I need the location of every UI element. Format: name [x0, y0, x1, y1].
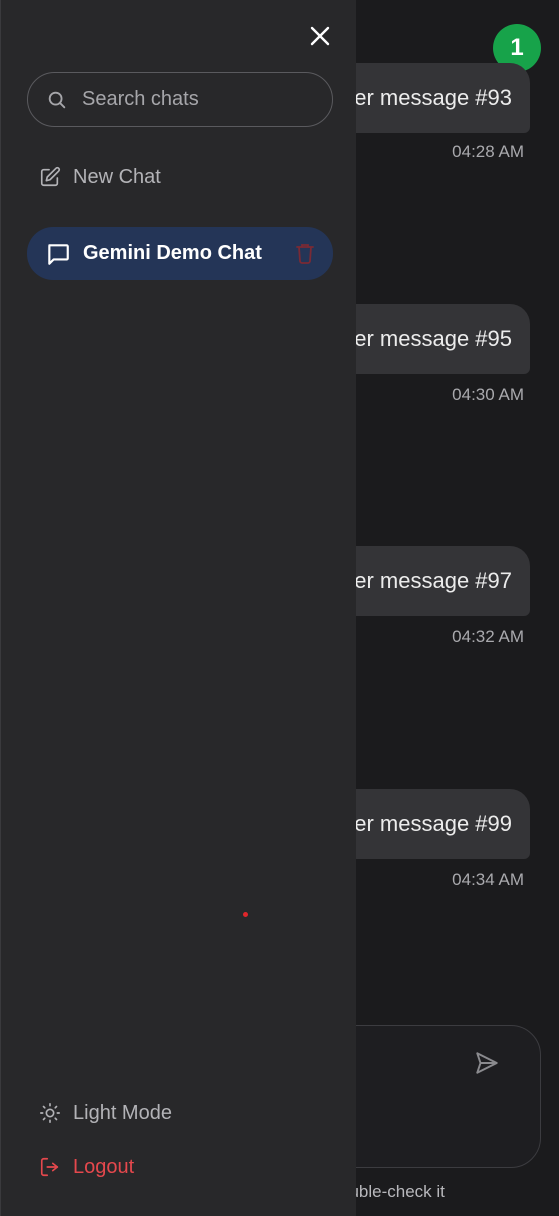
message-timestamp: 04:30 AM	[452, 385, 524, 404]
message-text: er message #95	[354, 326, 512, 351]
send-icon[interactable]	[474, 1050, 500, 1076]
message-timestamp: 04:32 AM	[452, 627, 524, 646]
logout-label: Logout	[73, 1155, 135, 1178]
logout-button[interactable]: Logout	[39, 1151, 134, 1183]
sidebar-drawer: New Chat Gemini Demo Chat Light Mode	[0, 0, 356, 1216]
message-text: er message #93	[354, 85, 512, 110]
chat-list-item-active[interactable]: Gemini Demo Chat	[27, 227, 333, 280]
edit-icon	[40, 166, 61, 187]
chat-title: Gemini Demo Chat	[83, 242, 262, 264]
message-timestamp: 04:34 AM	[452, 870, 524, 889]
search-icon	[48, 91, 66, 108]
new-chat-label: New Chat	[73, 165, 161, 188]
chat-bubble-icon	[48, 243, 69, 265]
message-text: er message #99	[354, 811, 512, 836]
sun-icon	[40, 1103, 60, 1123]
trash-icon[interactable]	[295, 242, 315, 264]
close-icon	[310, 26, 330, 46]
light-mode-toggle[interactable]: Light Mode	[39, 1097, 172, 1129]
close-sidebar-button[interactable]	[306, 22, 334, 50]
new-chat-button[interactable]: New Chat	[39, 160, 161, 194]
search-input[interactable]	[82, 88, 302, 111]
light-mode-label: Light Mode	[73, 1101, 172, 1124]
logout-icon	[40, 1157, 59, 1177]
message-text: er message #97	[354, 568, 512, 593]
message-timestamp: 04:28 AM	[452, 142, 524, 161]
search-bar[interactable]	[27, 72, 333, 127]
indicator-dot	[243, 912, 248, 917]
